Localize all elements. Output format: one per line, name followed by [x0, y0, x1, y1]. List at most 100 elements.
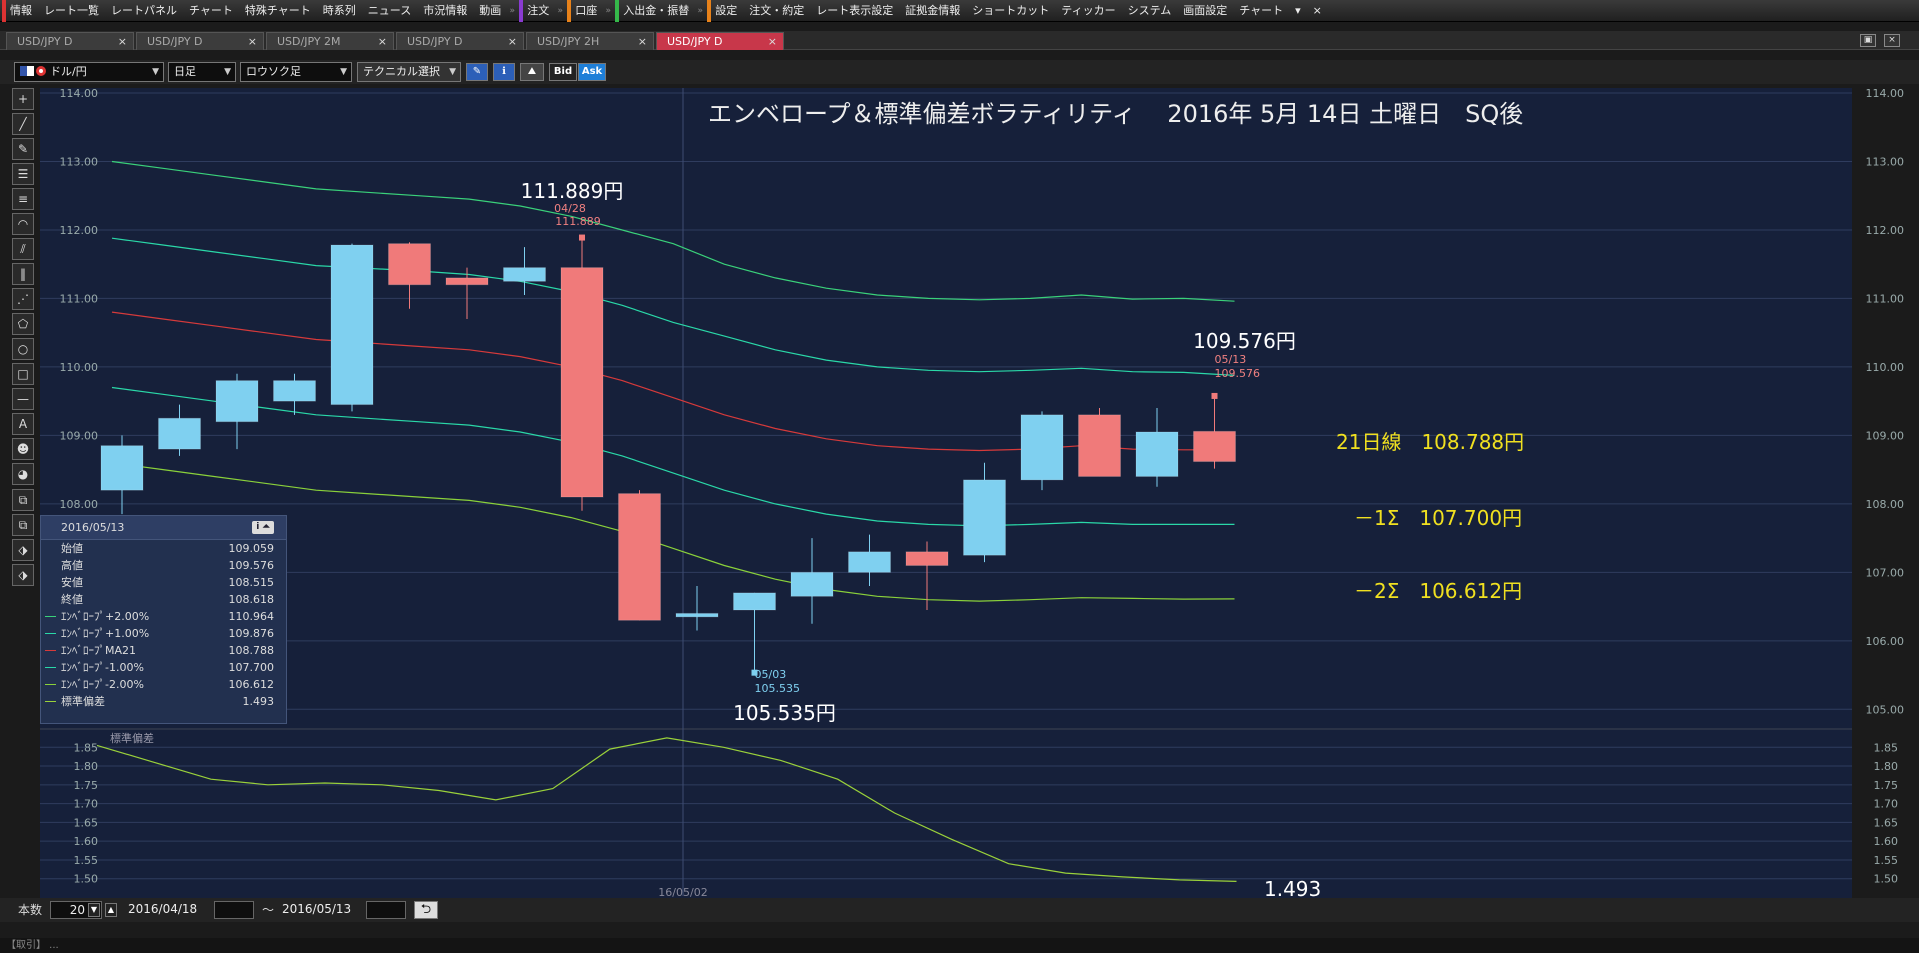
menu-item[interactable]: 注文・約定 — [743, 0, 810, 22]
chevron-down-icon: ▼ — [449, 67, 456, 77]
menu-item[interactable]: ティッカー — [1055, 0, 1121, 22]
drawing-tool-icon[interactable]: ⬗ — [12, 539, 34, 561]
price-tick-right: 110.00 — [1866, 361, 1905, 374]
tab-close-icon[interactable]: × — [248, 33, 257, 50]
sd-tick-left: 1.60 — [74, 835, 99, 848]
candle-body — [1193, 430, 1236, 463]
tab-chart[interactable]: USD/JPY D × — [136, 32, 264, 50]
menu-item[interactable]: システム — [1122, 0, 1178, 22]
chart-style-icon[interactable]: ⛰ — [520, 63, 544, 81]
refresh-icon[interactable]: ⮌ — [414, 901, 438, 919]
chart-type-select[interactable]: ロウソク足 ▼ — [240, 62, 352, 82]
sd-tick-right: 1.70 — [1874, 798, 1899, 811]
close-window-button[interactable]: × — [1884, 34, 1900, 47]
drawing-tool-icon[interactable]: ☰ — [12, 163, 34, 185]
drawing-tool-icon[interactable]: ⫽ — [12, 238, 34, 260]
tab-chart[interactable]: USD/JPY 2M × — [266, 32, 394, 50]
drawing-tool-icon[interactable]: ○ — [12, 338, 34, 360]
menu-item[interactable]: 設定 — [707, 0, 743, 22]
drawing-tool-icon[interactable]: ✎ — [12, 138, 34, 160]
price-tick-left: 109.00 — [60, 429, 99, 442]
drawing-tool-icon[interactable]: + — [12, 88, 34, 110]
data-window-row-value: 109.576 — [228, 559, 275, 572]
count-value: 20 — [69, 903, 85, 917]
from-time-field[interactable] — [214, 901, 254, 919]
tab-chart[interactable]: USD/JPY 2H × — [526, 32, 654, 50]
drawing-tool-icon[interactable]: ⬠ — [12, 313, 34, 335]
tab-chart[interactable]: USD/JPY D × — [396, 32, 524, 50]
drawing-tool-icon[interactable]: □ — [12, 363, 34, 385]
data-window-controls-icon[interactable]: i ⏶ — [252, 521, 274, 534]
price-tick-right: 108.00 — [1866, 498, 1905, 511]
currency-pair-select[interactable]: ドル/円 ▼ — [14, 62, 164, 82]
menu-item[interactable]: 証拠金情報 — [899, 0, 966, 22]
menu-item[interactable]: 市況情報 — [417, 0, 473, 22]
drawing-tool-icon[interactable]: A — [12, 413, 34, 435]
data-window-row-label: ｴﾝﾍﾞﾛｰﾌﾟ+2.00% — [61, 610, 150, 623]
tab-close-icon[interactable]: × — [768, 33, 777, 50]
menu-item[interactable]: レート一覧 — [38, 0, 105, 22]
tab-chart[interactable]: USD/JPY D × — [656, 32, 784, 50]
menu-item[interactable]: 時系列 — [317, 0, 362, 22]
menu-item[interactable]: レートパネル — [105, 0, 183, 22]
drawing-tool-icon[interactable]: ◕ — [12, 463, 34, 485]
menu-item[interactable]: レート表示設定 — [810, 0, 899, 22]
chart-area[interactable]: 114.00 114.00 113.00 113.00 112.00 112.00 111.… — [40, 88, 1919, 898]
data-window-row-value: 108.788 — [228, 644, 275, 657]
drawing-tool-icon[interactable]: — — [12, 388, 34, 410]
info-icon[interactable]: ℹ — [493, 63, 515, 81]
menu-item[interactable]: チャート — [1233, 0, 1289, 22]
draw-pen-icon[interactable]: ✎ — [466, 63, 488, 81]
menu-item[interactable]: 入出金・振替 — [615, 0, 695, 22]
data-window-row-label: 終値 — [61, 593, 83, 606]
drawing-tool-icon[interactable]: ⋰ — [12, 288, 34, 310]
price-tick-right: 105.00 — [1866, 703, 1905, 716]
drawing-tool-icon[interactable]: ☻ — [12, 438, 34, 460]
drawing-tool-icon[interactable]: ⬗ — [12, 564, 34, 586]
menu-item[interactable]: 口座 — [567, 0, 603, 22]
menu-item[interactable]: チャート — [183, 0, 239, 22]
tab-label: USD/JPY D — [407, 35, 463, 48]
to-time-field[interactable] — [366, 901, 406, 919]
bid-button[interactable]: Bid — [549, 63, 577, 81]
drawing-tool-icon[interactable]: ⧉ — [12, 489, 34, 511]
tab-close-icon[interactable]: × — [508, 33, 517, 50]
to-date-field[interactable]: 2016/05/13 — [278, 901, 366, 919]
menu-item[interactable]: ニュース — [362, 0, 417, 22]
menu-overflow-icon: » — [605, 5, 611, 16]
drawing-tool-icon[interactable]: ⧉ — [12, 514, 34, 536]
drawing-tool-icon[interactable]: ‖ — [12, 263, 34, 285]
candle-body — [1078, 414, 1121, 477]
menu-item[interactable]: 情報 — [2, 0, 38, 22]
menu-item[interactable]: 注文 — [519, 0, 555, 22]
candle-body — [388, 243, 431, 286]
tab-chart[interactable]: USD/JPY D × — [6, 32, 134, 50]
drawing-tool-icon[interactable]: ≡ — [12, 188, 34, 210]
timeframe-select[interactable]: 日足 ▼ — [168, 62, 236, 82]
line-swatch-icon — [45, 633, 56, 634]
from-date-field[interactable]: 2016/04/18 — [124, 901, 212, 919]
flag-icon — [20, 66, 34, 76]
maximize-button[interactable]: ▣ — [1860, 34, 1876, 47]
drawing-tool-icon[interactable]: ◠ — [12, 213, 34, 235]
menu-item[interactable]: 画面設定 — [1177, 0, 1233, 22]
tab-close-icon[interactable]: × — [118, 33, 127, 50]
candle-body — [158, 417, 201, 450]
candle-body — [963, 479, 1006, 556]
menu-item[interactable]: ショートカット — [966, 0, 1055, 22]
currency-pair-value: ドル/円 — [50, 65, 87, 78]
count-up-icon[interactable]: ▲ — [105, 903, 117, 917]
menu-more-icon[interactable]: ▾ — [1289, 0, 1307, 22]
technical-select[interactable]: テクニカル選択 ▼ — [357, 62, 461, 82]
menu-item[interactable]: 特殊チャート — [239, 0, 317, 22]
line-swatch-icon — [45, 667, 56, 668]
tab-close-icon[interactable]: × — [378, 33, 387, 50]
menu-close-icon[interactable]: × — [1307, 0, 1328, 22]
tab-close-icon[interactable]: × — [638, 33, 647, 50]
data-window-row-value: 106.612 — [228, 678, 275, 691]
chart-svg[interactable]: 114.00 114.00 113.00 113.00 112.00 112.00 111.… — [40, 88, 1919, 898]
ask-button[interactable]: Ask — [578, 63, 606, 81]
count-down-icon[interactable]: ▼ — [88, 903, 100, 917]
menu-item[interactable]: 動画 — [473, 0, 507, 22]
drawing-tool-icon[interactable]: ╱ — [12, 113, 34, 135]
